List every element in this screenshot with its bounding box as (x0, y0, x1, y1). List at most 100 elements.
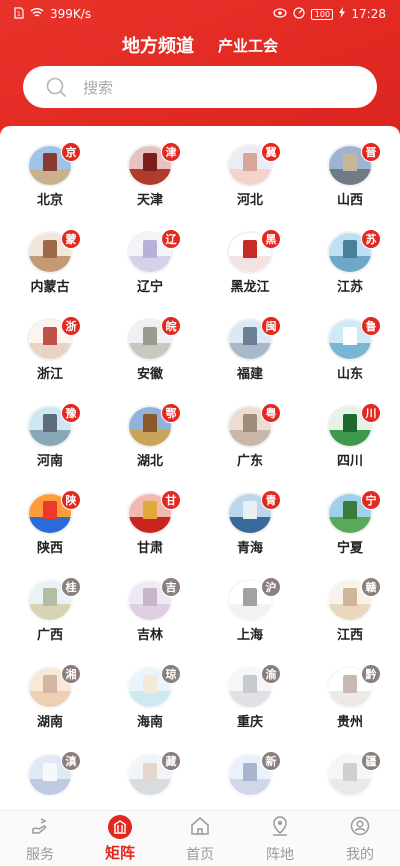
region-item[interactable]: 冀河北 (200, 142, 300, 210)
region-item[interactable]: 赣江西 (300, 577, 400, 645)
region-label: 海南 (136, 715, 163, 730)
region-label: 黑龙江 (230, 280, 270, 295)
region-badge: 浙 (61, 316, 81, 336)
location-icon (269, 815, 291, 841)
tab-profile[interactable]: 我的 (320, 811, 400, 866)
wifi-icon (30, 7, 44, 21)
region-badge: 鄂 (161, 403, 181, 423)
region-badge: 湘 (61, 664, 81, 684)
region-label: 北京 (36, 193, 63, 208)
region-item[interactable]: 宁宁夏 (300, 490, 400, 558)
region-label: 江苏 (336, 280, 363, 295)
region-label: 陕西 (36, 541, 63, 556)
region-item[interactable]: 琼海南 (100, 664, 200, 732)
tab-industry-union[interactable]: 产业工会 (218, 35, 278, 56)
region-label: 天津 (136, 193, 163, 208)
clock: 17:28 (351, 7, 386, 21)
region-badge: 晋 (361, 142, 381, 162)
region-item[interactable]: 豫河南 (0, 403, 100, 471)
tab-label: 服务 (26, 846, 54, 863)
region-label: 宁夏 (336, 541, 363, 556)
region-label: 湖北 (136, 454, 163, 469)
tab-label: 我的 (346, 846, 374, 863)
charging-icon (339, 7, 346, 21)
region-badge: 黑 (261, 229, 281, 249)
region-label: 内蒙古 (30, 280, 70, 295)
region-item[interactable]: 辽辽宁 (100, 229, 200, 297)
region-item[interactable]: 蒙内蒙古 (0, 229, 100, 297)
region-badge: 辽 (161, 229, 181, 249)
region-item[interactable]: 渝重庆 (200, 664, 300, 732)
region-item[interactable]: 川四川 (300, 403, 400, 471)
region-item[interactable]: 闽福建 (200, 316, 300, 384)
search-placeholder: 搜索 (83, 78, 114, 97)
region-item[interactable]: 苏江苏 (300, 229, 400, 297)
region-label: 上海 (236, 628, 263, 643)
region-item[interactable]: 鲁山东 (300, 316, 400, 384)
region-badge: 疆 (361, 751, 381, 771)
region-item[interactable]: 粤广东 (200, 403, 300, 471)
region-badge: 青 (261, 490, 281, 510)
svg-text:1: 1 (17, 11, 21, 18)
region-badge: 藏 (161, 751, 181, 771)
region-item[interactable]: 陕陕西 (0, 490, 100, 558)
network-speed: 399K/s (50, 7, 92, 21)
region-label: 吉林 (136, 628, 163, 643)
region-item[interactable]: 沪上海 (200, 577, 300, 645)
region-label: 江西 (336, 628, 363, 643)
region-item[interactable]: 藏 (100, 751, 200, 810)
battery-icon: 100 (311, 8, 334, 20)
region-item[interactable]: 津天津 (100, 142, 200, 210)
region-label: 河北 (236, 193, 263, 208)
region-badge: 赣 (361, 577, 381, 597)
region-item[interactable]: 甘甘肃 (100, 490, 200, 558)
region-badge: 黔 (361, 664, 381, 684)
region-item[interactable]: 鄂湖北 (100, 403, 200, 471)
tab-matrix[interactable]: 矩阵 (80, 811, 160, 866)
tab-label: 首页 (186, 846, 214, 863)
region-badge: 桂 (61, 577, 81, 597)
profile-icon (349, 815, 371, 841)
region-badge: 冀 (261, 142, 281, 162)
tab-label: 矩阵 (104, 844, 135, 862)
tab-home[interactable]: 首页 (160, 811, 240, 866)
region-item[interactable]: 皖安徽 (100, 316, 200, 384)
region-badge: 京 (61, 142, 81, 162)
region-item[interactable]: 黔贵州 (300, 664, 400, 732)
tab-location[interactable]: 阵地 (240, 811, 320, 866)
region-item[interactable]: 黑黑龙江 (200, 229, 300, 297)
region-item[interactable]: 青青海 (200, 490, 300, 558)
tab-label: 阵地 (266, 846, 294, 863)
region-label: 辽宁 (136, 280, 163, 295)
region-badge: 渝 (261, 664, 281, 684)
region-item[interactable]: 滇 (0, 751, 100, 810)
region-label: 甘肃 (136, 541, 163, 556)
region-badge: 苏 (361, 229, 381, 249)
title-row: 地方频道 产业工会 (0, 33, 400, 57)
region-grid: 京北京津天津冀河北晋山西蒙内蒙古辽辽宁黑黑龙江苏江苏浙浙江皖安徽闽福建鲁山东豫河… (0, 142, 400, 810)
tab-service[interactable]: 服务 (0, 811, 80, 866)
region-item[interactable]: 新 (200, 751, 300, 810)
search-icon (46, 77, 66, 97)
sim-icon: 1 (14, 6, 24, 22)
region-item[interactable]: 浙浙江 (0, 316, 100, 384)
region-badge: 鲁 (361, 316, 381, 336)
region-badge: 川 (361, 403, 381, 423)
region-label: 广东 (236, 454, 263, 469)
region-item[interactable]: 京北京 (0, 142, 100, 210)
region-badge: 甘 (161, 490, 181, 510)
region-badge: 皖 (161, 316, 181, 336)
region-item[interactable]: 桂广西 (0, 577, 100, 645)
region-badge: 滇 (61, 751, 81, 771)
region-label: 福建 (236, 367, 263, 382)
region-item[interactable]: 湘湖南 (0, 664, 100, 732)
region-item[interactable]: 晋山西 (300, 142, 400, 210)
region-label: 安徽 (136, 367, 163, 382)
status-bar: 1 399K/s 100 17:28 (0, 0, 400, 28)
region-item[interactable]: 疆 (300, 751, 400, 810)
region-label: 广西 (36, 628, 63, 643)
search-input[interactable]: 搜索 (23, 66, 377, 108)
region-item[interactable]: 吉吉林 (100, 577, 200, 645)
region-badge: 津 (161, 142, 181, 162)
page-title[interactable]: 地方频道 (122, 32, 194, 58)
